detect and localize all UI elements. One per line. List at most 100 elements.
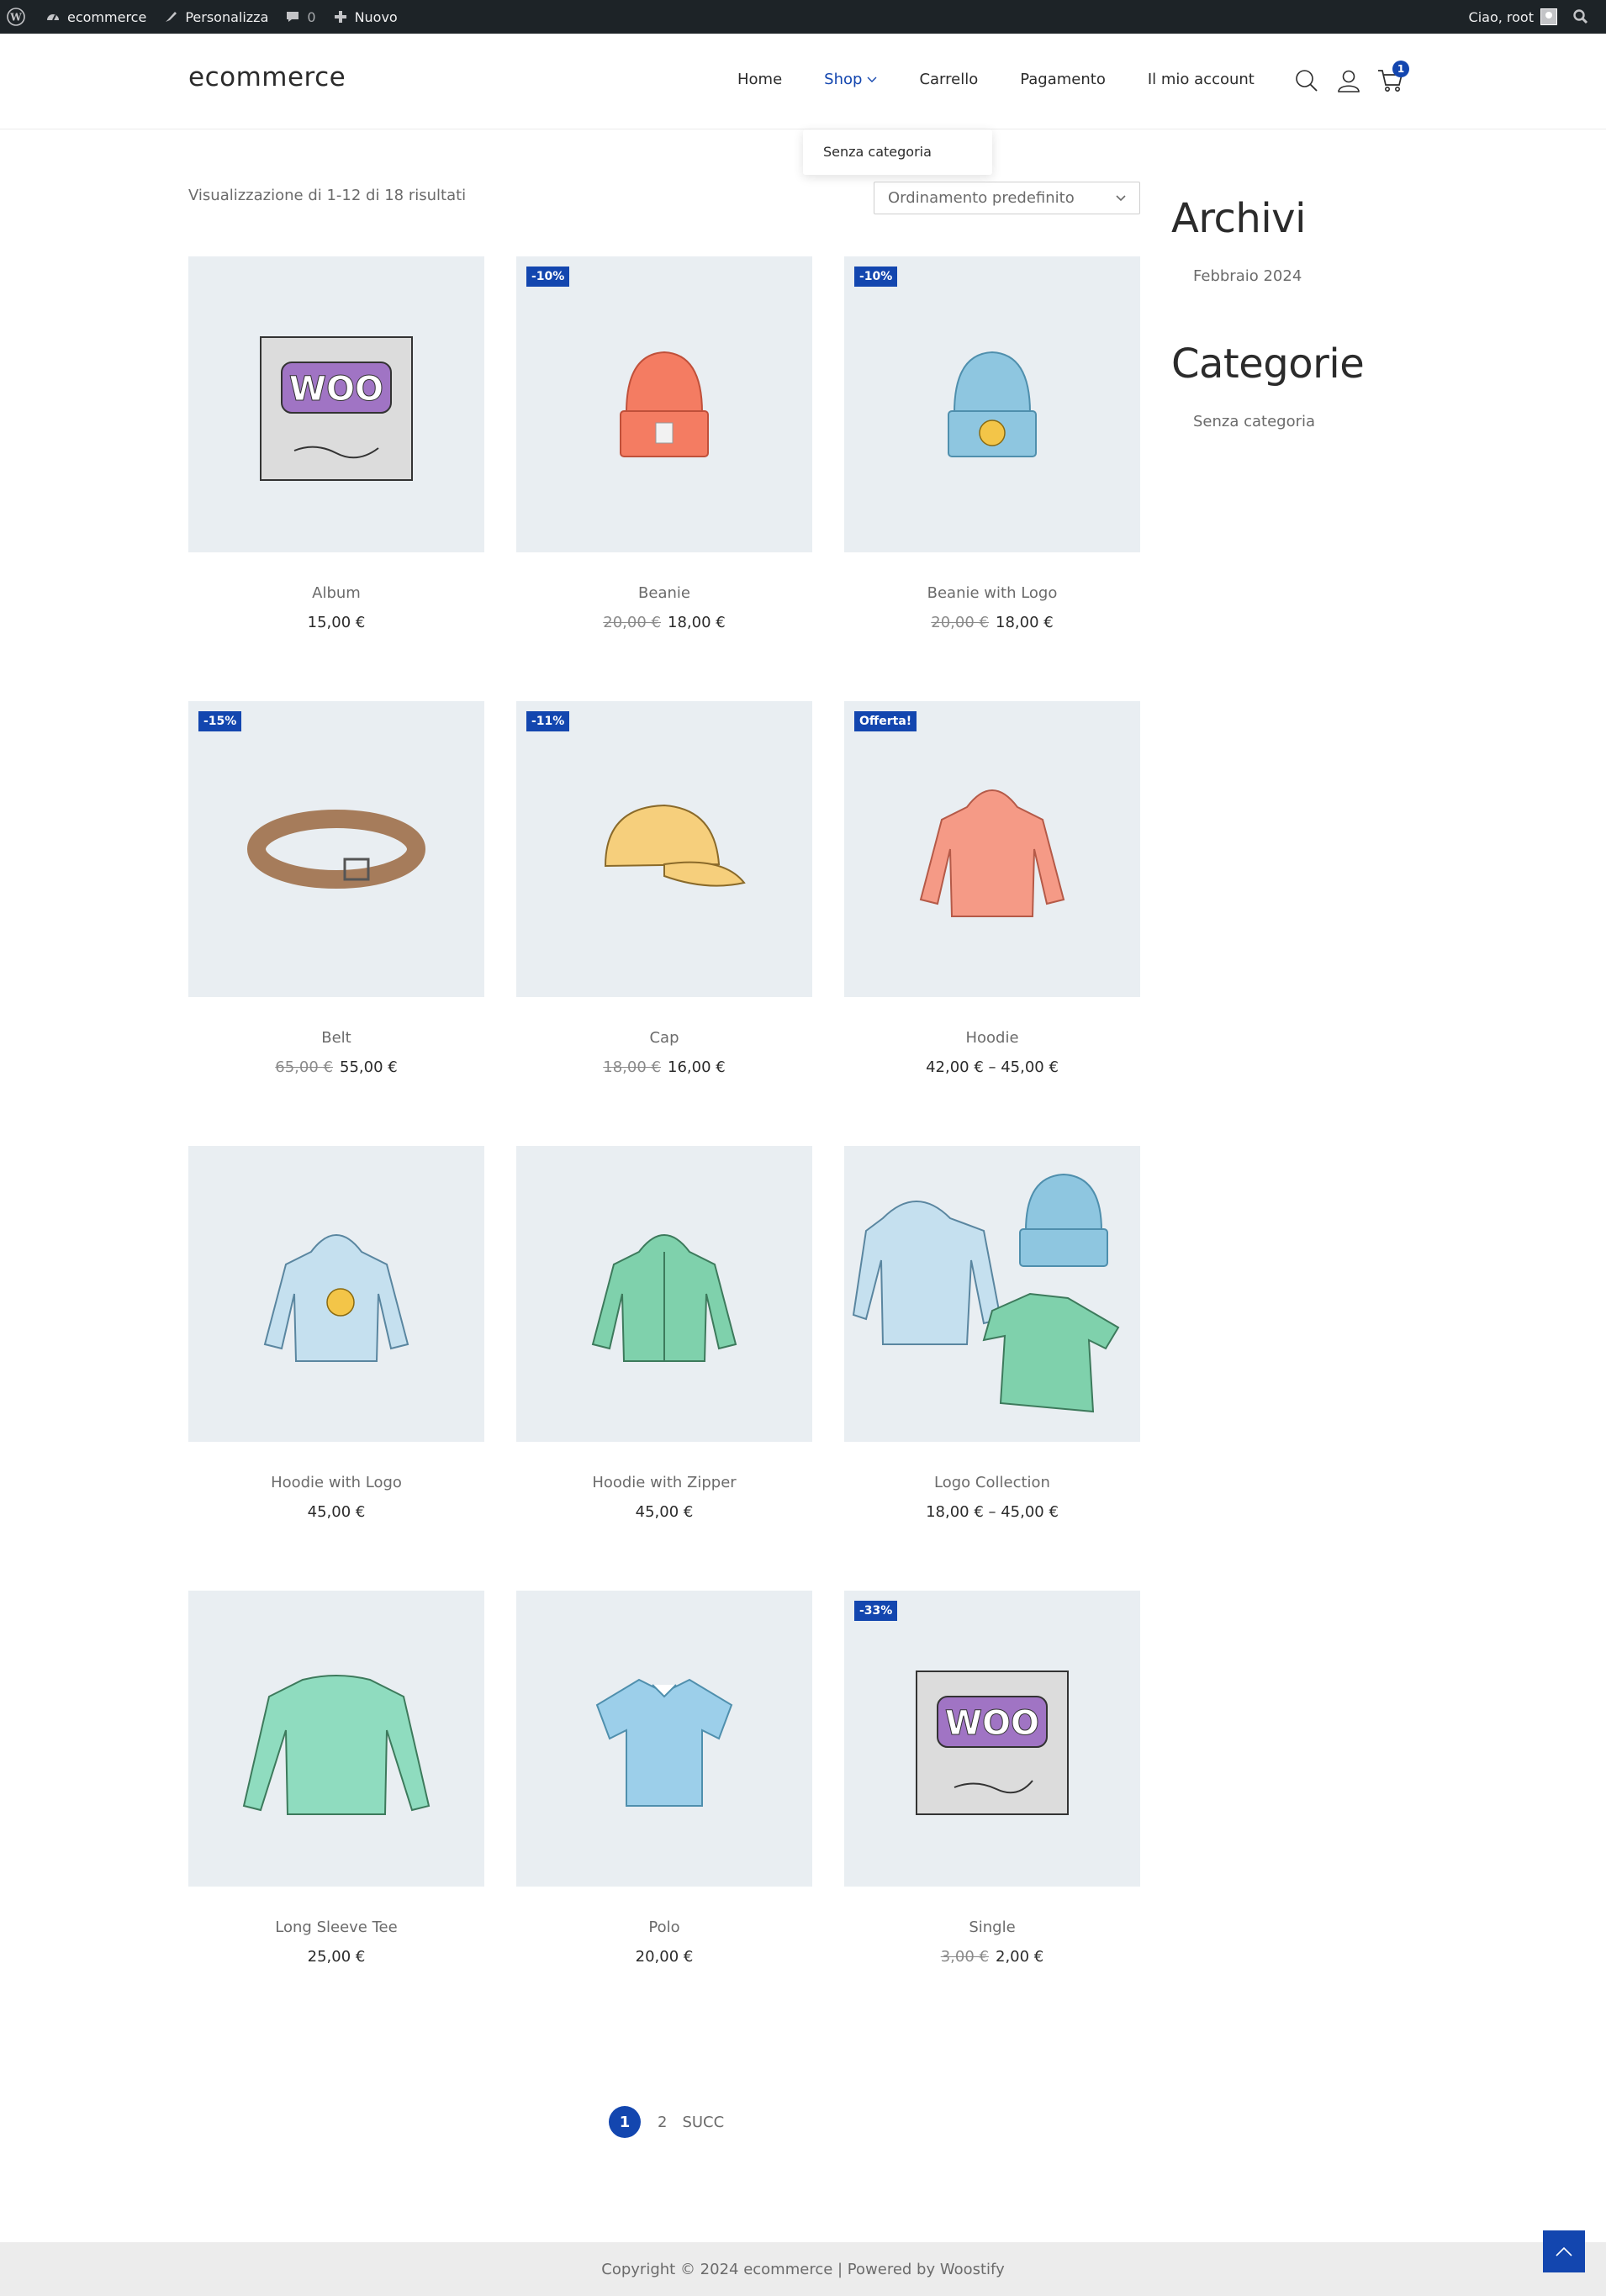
sale-badge: -15%: [198, 711, 242, 731]
product-price: 20,00 €: [516, 1948, 812, 1966]
wordpress-logo-icon[interactable]: W: [0, 0, 45, 34]
archives-link[interactable]: Febbraio 2024: [1193, 267, 1424, 285]
product-card[interactable]: Offerta! Hoodie 42,00 € – 45,00 €: [844, 701, 1140, 1146]
svg-text:WOO: WOO: [289, 370, 383, 409]
customize-link[interactable]: Personalizza: [163, 0, 278, 34]
nav-shop[interactable]: Shop: [824, 71, 877, 88]
page-2-link[interactable]: 2: [658, 2114, 667, 2131]
product-image[interactable]: [844, 1146, 1140, 1442]
current-price: 45,00 €: [635, 1503, 694, 1521]
old-price: 20,00 €: [603, 614, 661, 631]
product-image[interactable]: [516, 1146, 812, 1442]
product-image[interactable]: [188, 1591, 484, 1887]
product-card[interactable]: WOO Album 15,00 €: [188, 256, 484, 701]
product-price: 25,00 €: [188, 1948, 484, 1966]
nav-my-account[interactable]: Il mio account: [1148, 71, 1255, 88]
product-image[interactable]: [188, 1146, 484, 1442]
cart-icon[interactable]: 1: [1377, 61, 1409, 94]
sale-badge: -10%: [526, 267, 570, 287]
product-title[interactable]: Album: [188, 584, 484, 602]
sale-badge: -33%: [854, 1601, 898, 1621]
ordering-select[interactable]: Ordinamento predefinito: [874, 182, 1140, 214]
search-icon[interactable]: [1293, 67, 1320, 94]
product-image[interactable]: -10%: [516, 256, 812, 552]
album-illustration: WOO: [260, 336, 413, 481]
user-icon[interactable]: [1335, 67, 1362, 94]
product-title[interactable]: Polo: [516, 1919, 812, 1936]
old-price: 65,00 €: [275, 1058, 333, 1076]
nav-checkout[interactable]: Pagamento: [1020, 71, 1106, 88]
product-card[interactable]: -10% Beanie 20,00 € 18,00 €: [516, 256, 812, 701]
product-title[interactable]: Hoodie with Zipper: [516, 1474, 812, 1491]
chevron-up-icon: [1556, 2246, 1572, 2256]
archives-title: Archivi: [1171, 195, 1306, 242]
hoodie-logo-illustration: [263, 1234, 409, 1362]
current-price: 42,00 € – 45,00 €: [926, 1058, 1059, 1076]
product-title[interactable]: Hoodie: [844, 1029, 1140, 1047]
product-card[interactable]: Polo 20,00 €: [516, 1591, 812, 2035]
product-image[interactable]: -11%: [516, 701, 812, 997]
sale-badge: -11%: [526, 711, 570, 731]
admin-bar: W ecommerce Personalizza 0 Nuovo Ciao, r…: [0, 0, 1606, 34]
product-title[interactable]: Single: [844, 1919, 1140, 1936]
product-grid: WOO Album 15,00 € -10% Beanie 20,00 €18,00 € -…: [188, 256, 1140, 2035]
product-card[interactable]: Logo Collection 18,00 € – 45,00 €: [844, 1146, 1140, 1591]
nav-cart[interactable]: Carrello: [919, 71, 978, 88]
old-price: 3,00 €: [940, 1948, 989, 1966]
categories-title: Categorie: [1171, 340, 1365, 388]
product-card[interactable]: -15% Belt 65,00 € 55,00 €: [188, 701, 484, 1146]
next-page-link[interactable]: SUCC: [682, 2114, 724, 2131]
product-card[interactable]: Hoodie with Zipper 45,00 €: [516, 1146, 812, 1591]
brush-icon: [166, 12, 177, 22]
product-price: 45,00 €: [188, 1503, 484, 1521]
product-image[interactable]: WOO -33%: [844, 1591, 1140, 1887]
product-title[interactable]: Belt: [188, 1029, 484, 1047]
product-card[interactable]: Long Sleeve Tee 25,00 €: [188, 1591, 484, 2035]
svg-text:WOO: WOO: [945, 1704, 1039, 1743]
nav-shop-label: Shop: [824, 71, 863, 88]
product-title[interactable]: Beanie with Logo: [844, 584, 1140, 602]
hoodie-zipper-illustration: [591, 1234, 737, 1362]
comments-link[interactable]: 0: [285, 0, 325, 34]
product-image[interactable]: [516, 1591, 812, 1887]
site-name-link[interactable]: ecommerce: [45, 0, 156, 34]
cart-count-badge: 1: [1392, 61, 1409, 77]
chevron-down-icon: [1116, 194, 1126, 201]
admin-search-icon[interactable]: [1567, 0, 1606, 34]
hoodie-illustration: [919, 789, 1065, 917]
product-image[interactable]: -10%: [844, 256, 1140, 552]
new-content-link[interactable]: Nuovo: [333, 0, 408, 34]
product-image[interactable]: WOO: [188, 256, 484, 552]
avatar: [1540, 8, 1557, 25]
shop-dropdown-item[interactable]: Senza categoria: [803, 129, 992, 175]
product-image[interactable]: -15%: [188, 701, 484, 997]
site-logo[interactable]: ecommerce: [188, 62, 346, 92]
ordering-value: Ordinamento predefinito: [888, 189, 1075, 207]
scroll-to-top-button[interactable]: [1543, 2230, 1585, 2272]
product-title[interactable]: Logo Collection: [844, 1474, 1140, 1491]
old-price: 20,00 €: [931, 614, 989, 631]
product-title[interactable]: Cap: [516, 1029, 812, 1047]
beanie-logo-illustration: [948, 351, 1037, 457]
current-price: 18,00 €: [668, 614, 726, 631]
product-card[interactable]: -11% Cap 18,00 € 16,00 €: [516, 701, 812, 1146]
product-card[interactable]: WOO -33% Single 3,00 € 2,00 €: [844, 1591, 1140, 2035]
sale-badge: -10%: [854, 267, 898, 287]
product-card[interactable]: -10% Beanie with Logo 20,00 € 18,00 €: [844, 256, 1140, 701]
chevron-down-icon: [867, 77, 877, 82]
svg-text:W: W: [9, 12, 22, 24]
product-image[interactable]: Offerta!: [844, 701, 1140, 997]
product-title[interactable]: Hoodie with Logo: [188, 1474, 484, 1491]
product-title[interactable]: Long Sleeve Tee: [188, 1919, 484, 1936]
product-price: 42,00 € – 45,00 €: [844, 1058, 1140, 1076]
product-price: 20,00 € 18,00 €: [844, 614, 1140, 631]
product-price: 18,00 € 16,00 €: [516, 1058, 812, 1076]
new-label: Nuovo: [354, 8, 398, 25]
nav-home[interactable]: Home: [737, 71, 782, 88]
product-title[interactable]: Beanie: [516, 584, 812, 602]
categories-link[interactable]: Senza categoria: [1193, 413, 1424, 430]
my-account-menu[interactable]: Ciao, root: [1469, 0, 1567, 34]
single-illustration: WOO: [916, 1671, 1069, 1815]
product-card[interactable]: Hoodie with Logo 45,00 €: [188, 1146, 484, 1591]
collection-illustration: [852, 1173, 1120, 1413]
